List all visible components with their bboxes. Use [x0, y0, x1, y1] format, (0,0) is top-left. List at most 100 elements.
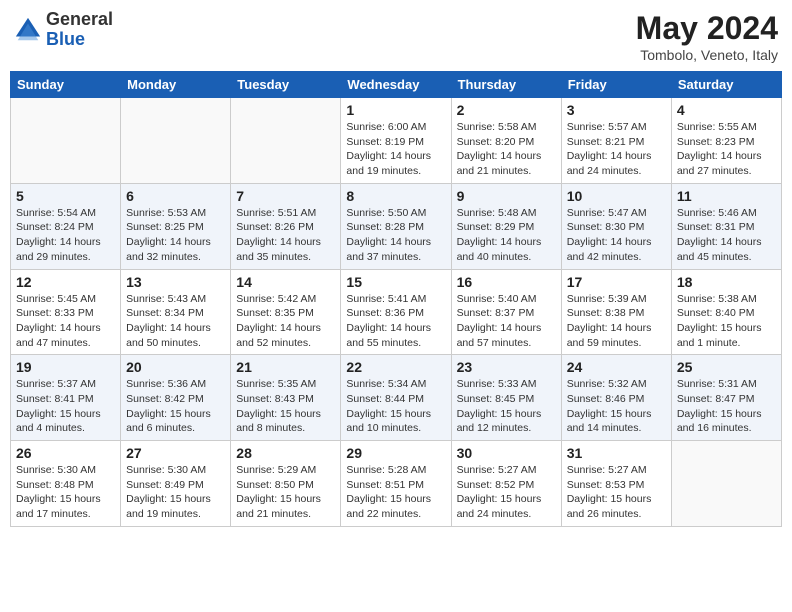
day-header-sunday: Sunday — [11, 72, 121, 98]
calendar-day-5: 5 Sunrise: 5:54 AM Sunset: 8:24 PM Daylig… — [11, 183, 121, 269]
location: Tombolo, Veneto, Italy — [636, 47, 778, 63]
calendar-empty-cell — [11, 98, 121, 184]
day-number: 30 — [457, 445, 556, 461]
day-number: 14 — [236, 274, 335, 290]
calendar-day-8: 8 Sunrise: 5:50 AM Sunset: 8:28 PM Daylig… — [341, 183, 451, 269]
month-title: May 2024 — [636, 10, 778, 47]
calendar-day-10: 10 Sunrise: 5:47 AM Sunset: 8:30 PM Dayli… — [561, 183, 671, 269]
day-info: Sunrise: 5:43 AM Sunset: 8:34 PM Dayligh… — [126, 292, 225, 351]
calendar-day-29: 29 Sunrise: 5:28 AM Sunset: 8:51 PM Dayli… — [341, 441, 451, 527]
day-info: Sunrise: 5:38 AM Sunset: 8:40 PM Dayligh… — [677, 292, 776, 351]
calendar-day-15: 15 Sunrise: 5:41 AM Sunset: 8:36 PM Dayli… — [341, 269, 451, 355]
day-info: Sunrise: 5:31 AM Sunset: 8:47 PM Dayligh… — [677, 377, 776, 436]
day-number: 13 — [126, 274, 225, 290]
calendar-day-2: 2Sunrise: 5:58 AM Sunset: 8:20 PM Daylig… — [451, 98, 561, 184]
day-info: Sunrise: 5:27 AM Sunset: 8:53 PM Dayligh… — [567, 463, 666, 522]
day-number: 6 — [126, 188, 225, 204]
day-info: Sunrise: 5:32 AM Sunset: 8:46 PM Dayligh… — [567, 377, 666, 436]
day-info: Sunrise: 5:30 AM Sunset: 8:48 PM Dayligh… — [16, 463, 115, 522]
day-number: 17 — [567, 274, 666, 290]
day-info: Sunrise: 5:47 AM Sunset: 8:30 PM Dayligh… — [567, 206, 666, 265]
day-header-monday: Monday — [121, 72, 231, 98]
day-info: Sunrise: 5:34 AM Sunset: 8:44 PM Dayligh… — [346, 377, 445, 436]
calendar-day-18: 18 Sunrise: 5:38 AM Sunset: 8:40 PM Dayli… — [671, 269, 781, 355]
day-info: Sunrise: 5:57 AM Sunset: 8:21 PM Dayligh… — [567, 120, 666, 179]
calendar-day-11: 11Sunrise: 5:46 AM Sunset: 8:31 PM Dayli… — [671, 183, 781, 269]
calendar-day-31: 31 Sunrise: 5:27 AM Sunset: 8:53 PM Dayli… — [561, 441, 671, 527]
day-info: Sunrise: 6:00 AM Sunset: 8:19 PM Dayligh… — [346, 120, 445, 179]
day-number: 4 — [677, 102, 776, 118]
day-info: Sunrise: 5:27 AM Sunset: 8:52 PM Dayligh… — [457, 463, 556, 522]
calendar-day-28: 28Sunrise: 5:29 AM Sunset: 8:50 PM Dayli… — [231, 441, 341, 527]
day-number: 26 — [16, 445, 115, 461]
calendar-day-19: 19 Sunrise: 5:37 AM Sunset: 8:41 PM Dayli… — [11, 355, 121, 441]
day-info: Sunrise: 5:39 AM Sunset: 8:38 PM Dayligh… — [567, 292, 666, 351]
calendar-day-13: 13 Sunrise: 5:43 AM Sunset: 8:34 PM Dayli… — [121, 269, 231, 355]
logo: General Blue — [14, 10, 113, 50]
calendar-empty-cell — [671, 441, 781, 527]
calendar-day-25: 25 Sunrise: 5:31 AM Sunset: 8:47 PM Dayli… — [671, 355, 781, 441]
day-number: 18 — [677, 274, 776, 290]
day-number: 24 — [567, 359, 666, 375]
calendar-day-24: 24 Sunrise: 5:32 AM Sunset: 8:46 PM Dayli… — [561, 355, 671, 441]
calendar-day-7: 7Sunrise: 5:51 AM Sunset: 8:26 PM Daylig… — [231, 183, 341, 269]
day-number: 1 — [346, 102, 445, 118]
day-number: 9 — [457, 188, 556, 204]
calendar-week-row: 12Sunrise: 5:45 AM Sunset: 8:33 PM Dayli… — [11, 269, 782, 355]
calendar-day-9: 9Sunrise: 5:48 AM Sunset: 8:29 PM Daylig… — [451, 183, 561, 269]
day-info: Sunrise: 5:46 AM Sunset: 8:31 PM Dayligh… — [677, 206, 776, 265]
day-info: Sunrise: 5:45 AM Sunset: 8:33 PM Dayligh… — [16, 292, 115, 351]
day-info: Sunrise: 5:58 AM Sunset: 8:20 PM Dayligh… — [457, 120, 556, 179]
logo-icon — [14, 16, 42, 44]
calendar-day-27: 27Sunrise: 5:30 AM Sunset: 8:49 PM Dayli… — [121, 441, 231, 527]
day-number: 8 — [346, 188, 445, 204]
day-number: 29 — [346, 445, 445, 461]
calendar-day-17: 17 Sunrise: 5:39 AM Sunset: 8:38 PM Dayli… — [561, 269, 671, 355]
day-info: Sunrise: 5:36 AM Sunset: 8:42 PM Dayligh… — [126, 377, 225, 436]
day-info: Sunrise: 5:37 AM Sunset: 8:41 PM Dayligh… — [16, 377, 115, 436]
day-header-friday: Friday — [561, 72, 671, 98]
calendar-day-14: 14 Sunrise: 5:42 AM Sunset: 8:35 PM Dayli… — [231, 269, 341, 355]
day-info: Sunrise: 5:41 AM Sunset: 8:36 PM Dayligh… — [346, 292, 445, 351]
day-info: Sunrise: 5:54 AM Sunset: 8:24 PM Dayligh… — [16, 206, 115, 265]
calendar-table: SundayMondayTuesdayWednesdayThursdayFrid… — [10, 71, 782, 527]
day-number: 10 — [567, 188, 666, 204]
day-number: 16 — [457, 274, 556, 290]
calendar-day-16: 16Sunrise: 5:40 AM Sunset: 8:37 PM Dayli… — [451, 269, 561, 355]
day-header-wednesday: Wednesday — [341, 72, 451, 98]
day-number: 27 — [126, 445, 225, 461]
calendar-day-12: 12Sunrise: 5:45 AM Sunset: 8:33 PM Dayli… — [11, 269, 121, 355]
day-number: 25 — [677, 359, 776, 375]
calendar-day-30: 30 Sunrise: 5:27 AM Sunset: 8:52 PM Dayli… — [451, 441, 561, 527]
day-number: 19 — [16, 359, 115, 375]
day-header-saturday: Saturday — [671, 72, 781, 98]
logo-general: General — [46, 10, 113, 30]
calendar-day-1: 1 Sunrise: 6:00 AM Sunset: 8:19 PM Daylig… — [341, 98, 451, 184]
day-number: 3 — [567, 102, 666, 118]
day-info: Sunrise: 5:53 AM Sunset: 8:25 PM Dayligh… — [126, 206, 225, 265]
calendar-day-21: 21Sunrise: 5:35 AM Sunset: 8:43 PM Dayli… — [231, 355, 341, 441]
day-info: Sunrise: 5:33 AM Sunset: 8:45 PM Dayligh… — [457, 377, 556, 436]
day-info: Sunrise: 5:28 AM Sunset: 8:51 PM Dayligh… — [346, 463, 445, 522]
day-info: Sunrise: 5:42 AM Sunset: 8:35 PM Dayligh… — [236, 292, 335, 351]
day-number: 20 — [126, 359, 225, 375]
day-header-thursday: Thursday — [451, 72, 561, 98]
day-info: Sunrise: 5:50 AM Sunset: 8:28 PM Dayligh… — [346, 206, 445, 265]
calendar-day-22: 22 Sunrise: 5:34 AM Sunset: 8:44 PM Dayli… — [341, 355, 451, 441]
title-block: May 2024 Tombolo, Veneto, Italy — [636, 10, 778, 63]
logo-blue: Blue — [46, 30, 113, 50]
day-number: 22 — [346, 359, 445, 375]
day-number: 5 — [16, 188, 115, 204]
day-number: 31 — [567, 445, 666, 461]
calendar-header-row: SundayMondayTuesdayWednesdayThursdayFrid… — [11, 72, 782, 98]
calendar-day-3: 3 Sunrise: 5:57 AM Sunset: 8:21 PM Daylig… — [561, 98, 671, 184]
calendar-day-4: 4 Sunrise: 5:55 AM Sunset: 8:23 PM Daylig… — [671, 98, 781, 184]
calendar-week-row: 26 Sunrise: 5:30 AM Sunset: 8:48 PM Dayli… — [11, 441, 782, 527]
day-info: Sunrise: 5:55 AM Sunset: 8:23 PM Dayligh… — [677, 120, 776, 179]
day-info: Sunrise: 5:51 AM Sunset: 8:26 PM Dayligh… — [236, 206, 335, 265]
calendar-day-26: 26 Sunrise: 5:30 AM Sunset: 8:48 PM Dayli… — [11, 441, 121, 527]
calendar-week-row: 19 Sunrise: 5:37 AM Sunset: 8:41 PM Dayli… — [11, 355, 782, 441]
day-header-tuesday: Tuesday — [231, 72, 341, 98]
calendar-week-row: 5 Sunrise: 5:54 AM Sunset: 8:24 PM Daylig… — [11, 183, 782, 269]
day-number: 15 — [346, 274, 445, 290]
